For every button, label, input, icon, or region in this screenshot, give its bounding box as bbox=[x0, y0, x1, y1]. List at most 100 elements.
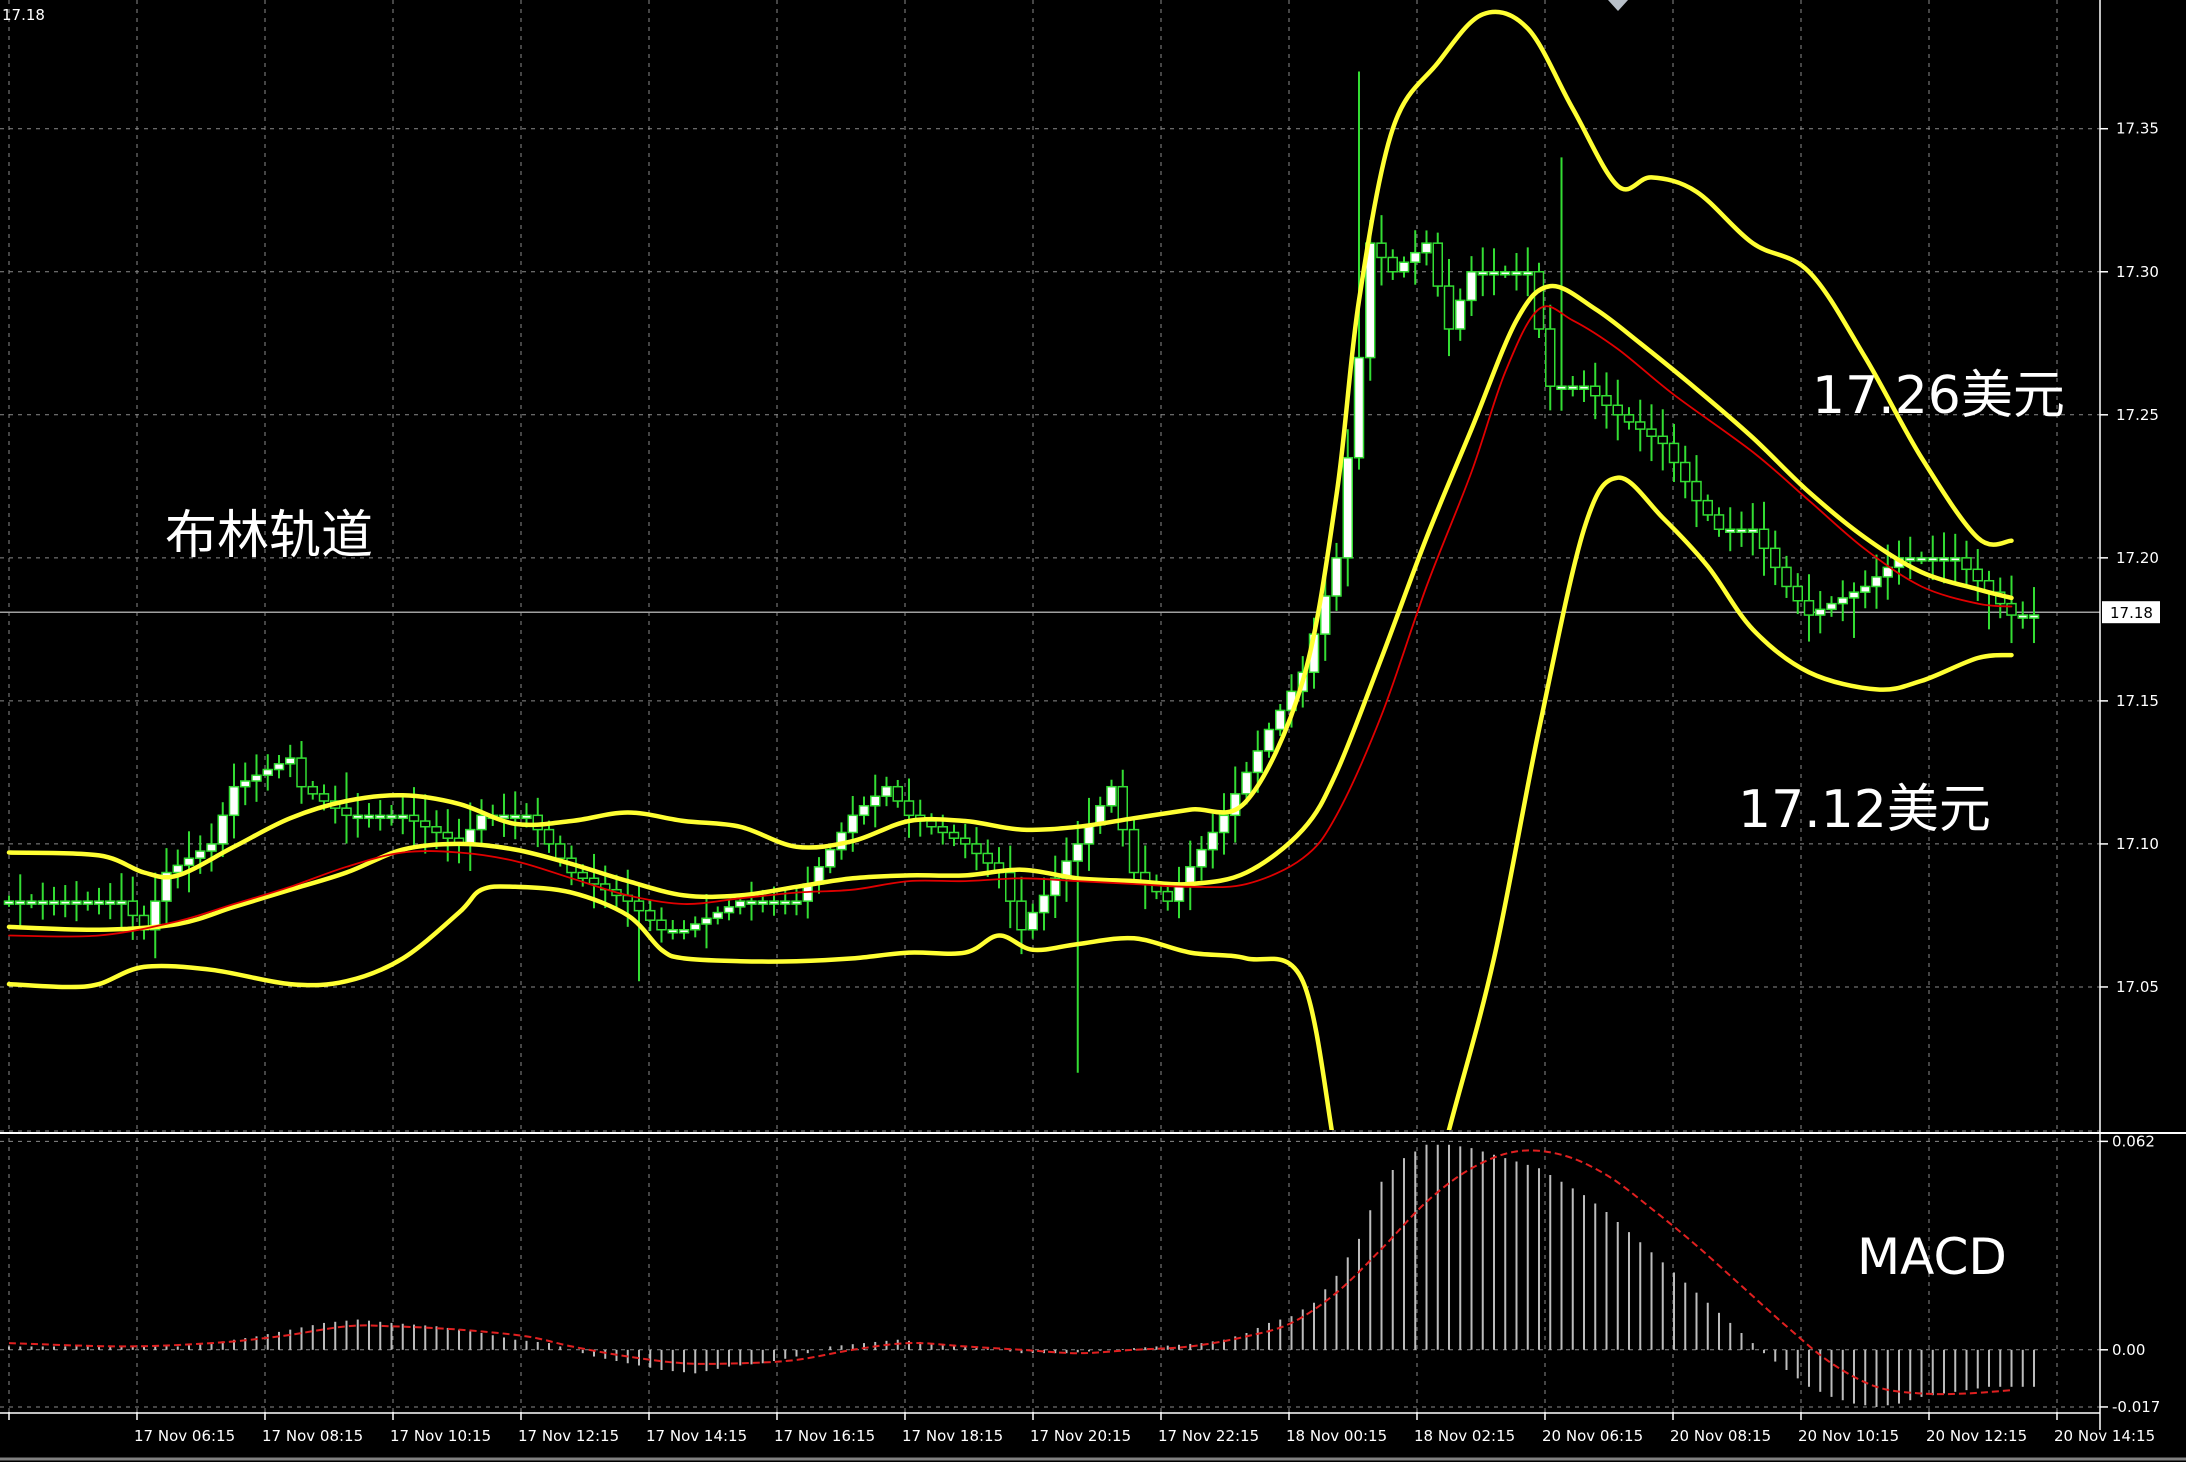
ohlc-body bbox=[1961, 557, 1972, 571]
ohlc-body bbox=[1691, 480, 1702, 502]
price-tick-label: 17.35 bbox=[2116, 120, 2159, 138]
ohlc-body bbox=[1927, 557, 1938, 562]
ohlc-body bbox=[1016, 900, 1027, 931]
ohlc-body bbox=[352, 814, 363, 820]
macd-label: MACD bbox=[1857, 1228, 2007, 1286]
ohlc-body bbox=[116, 900, 127, 905]
ohlc-body bbox=[217, 814, 228, 845]
ohlc-body bbox=[195, 850, 206, 859]
ohlc-bar bbox=[1533, 262, 1545, 339]
ohlc-body bbox=[15, 900, 26, 905]
ohlc-body bbox=[1331, 557, 1342, 597]
ohlc-body bbox=[1803, 600, 1815, 616]
ohlc-body bbox=[577, 871, 588, 880]
ohlc-body bbox=[1443, 285, 1455, 330]
ohlc-body bbox=[341, 807, 352, 817]
time-tick-label: 20 Nov 12:15 bbox=[1926, 1427, 2027, 1445]
ohlc-body bbox=[892, 785, 903, 802]
ohlc-body bbox=[937, 826, 948, 834]
ohlc-body bbox=[26, 900, 37, 905]
ohlc-body bbox=[1185, 866, 1196, 885]
ohlc-body bbox=[510, 814, 521, 820]
ohlc-body bbox=[442, 831, 453, 839]
ohlc-body bbox=[1196, 848, 1207, 868]
ohlc-body bbox=[1623, 414, 1635, 423]
ohlc-body bbox=[105, 900, 116, 905]
ohlc-body bbox=[1702, 499, 1713, 516]
ohlc-body bbox=[1725, 528, 1736, 533]
ohlc-body bbox=[825, 848, 836, 868]
ohlc-body bbox=[645, 909, 656, 921]
ohlc-body bbox=[1713, 514, 1725, 530]
ohlc-body bbox=[172, 864, 183, 874]
ohlc-body bbox=[2028, 614, 2040, 619]
ohlc-body bbox=[1376, 242, 1387, 259]
ohlc-body bbox=[1162, 890, 1173, 902]
ohlc-body bbox=[667, 928, 678, 934]
current-price-tag-label: 17.18 bbox=[2110, 604, 2153, 622]
ohlc-body bbox=[757, 900, 768, 905]
ohlc-body bbox=[1545, 328, 1556, 387]
ohlc-body bbox=[521, 814, 532, 820]
ohlc-body bbox=[1263, 728, 1275, 752]
ohlc-body bbox=[858, 805, 870, 817]
ohlc-body bbox=[1488, 271, 1500, 276]
ohlc-body bbox=[1612, 404, 1623, 416]
ohlc-body bbox=[1972, 568, 1983, 582]
ohlc-body bbox=[1038, 894, 1050, 914]
ohlc-body bbox=[633, 900, 645, 912]
ohlc-body bbox=[363, 814, 375, 820]
ohlc-body bbox=[1511, 271, 1522, 276]
ohlc-body bbox=[588, 877, 600, 885]
ohlc-body bbox=[296, 757, 307, 788]
ohlc-body bbox=[1106, 785, 1117, 807]
ohlc-body bbox=[712, 911, 723, 920]
ohlc-body bbox=[206, 843, 217, 852]
time-tick-label: 17 Nov 06:15 bbox=[134, 1427, 235, 1445]
ohlc-body bbox=[71, 900, 82, 905]
ohlc-body bbox=[1522, 271, 1533, 276]
ohlc-body bbox=[1837, 597, 1848, 605]
ohlc-body bbox=[2017, 614, 2028, 619]
ohlc-body bbox=[1005, 871, 1016, 902]
ohlc-body bbox=[285, 757, 296, 765]
ohlc-body bbox=[971, 843, 982, 855]
ohlc-body bbox=[476, 814, 487, 831]
macd-tick-label: 0.00 bbox=[2112, 1341, 2145, 1359]
ohlc-body bbox=[386, 814, 397, 820]
ohlc-body bbox=[397, 814, 408, 820]
ohlc-body bbox=[1567, 385, 1578, 390]
time-tick-label: 17 Nov 14:15 bbox=[646, 1427, 747, 1445]
ohlc-body bbox=[1590, 385, 1601, 397]
ohlc-body bbox=[1916, 557, 1927, 562]
ohlc-body bbox=[1736, 528, 1747, 533]
ohlc-body bbox=[1432, 242, 1443, 287]
ohlc-body bbox=[420, 820, 431, 828]
price-tick-label: 17.05 bbox=[2116, 978, 2159, 996]
ohlc-body bbox=[1218, 814, 1230, 834]
ohlc-body bbox=[1860, 585, 1871, 593]
time-tick-label: 17 Nov 10:15 bbox=[390, 1427, 491, 1445]
ohlc-body bbox=[82, 900, 93, 905]
macd-tick-label: -0.017 bbox=[2112, 1398, 2160, 1416]
ohlc-body bbox=[948, 831, 960, 839]
ohlc-body bbox=[926, 820, 937, 828]
ohlc-body bbox=[903, 800, 915, 817]
ohlc-body bbox=[375, 814, 386, 820]
time-tick-label: 17 Nov 16:15 bbox=[774, 1427, 875, 1445]
ohlc-body bbox=[1027, 911, 1038, 931]
lower-level-label: 17.12美元 bbox=[1738, 780, 1991, 840]
time-tick-label: 18 Nov 00:15 bbox=[1286, 1427, 1387, 1445]
ohlc-body bbox=[431, 826, 442, 834]
ohlc-body bbox=[465, 828, 476, 845]
ohlc-body bbox=[1455, 299, 1466, 330]
price-tick-label: 17.30 bbox=[2116, 263, 2159, 281]
ohlc-body bbox=[723, 906, 735, 914]
ohlc-body bbox=[543, 828, 555, 845]
time-tick-label: 17 Nov 22:15 bbox=[1158, 1427, 1259, 1445]
ohlc-body bbox=[1635, 421, 1646, 430]
ohlc-body bbox=[48, 900, 60, 905]
time-tick-label: 17 Nov 08:15 bbox=[262, 1427, 363, 1445]
ohlc-body bbox=[1905, 557, 1916, 562]
price-tick-label: 17.20 bbox=[2116, 549, 2159, 567]
